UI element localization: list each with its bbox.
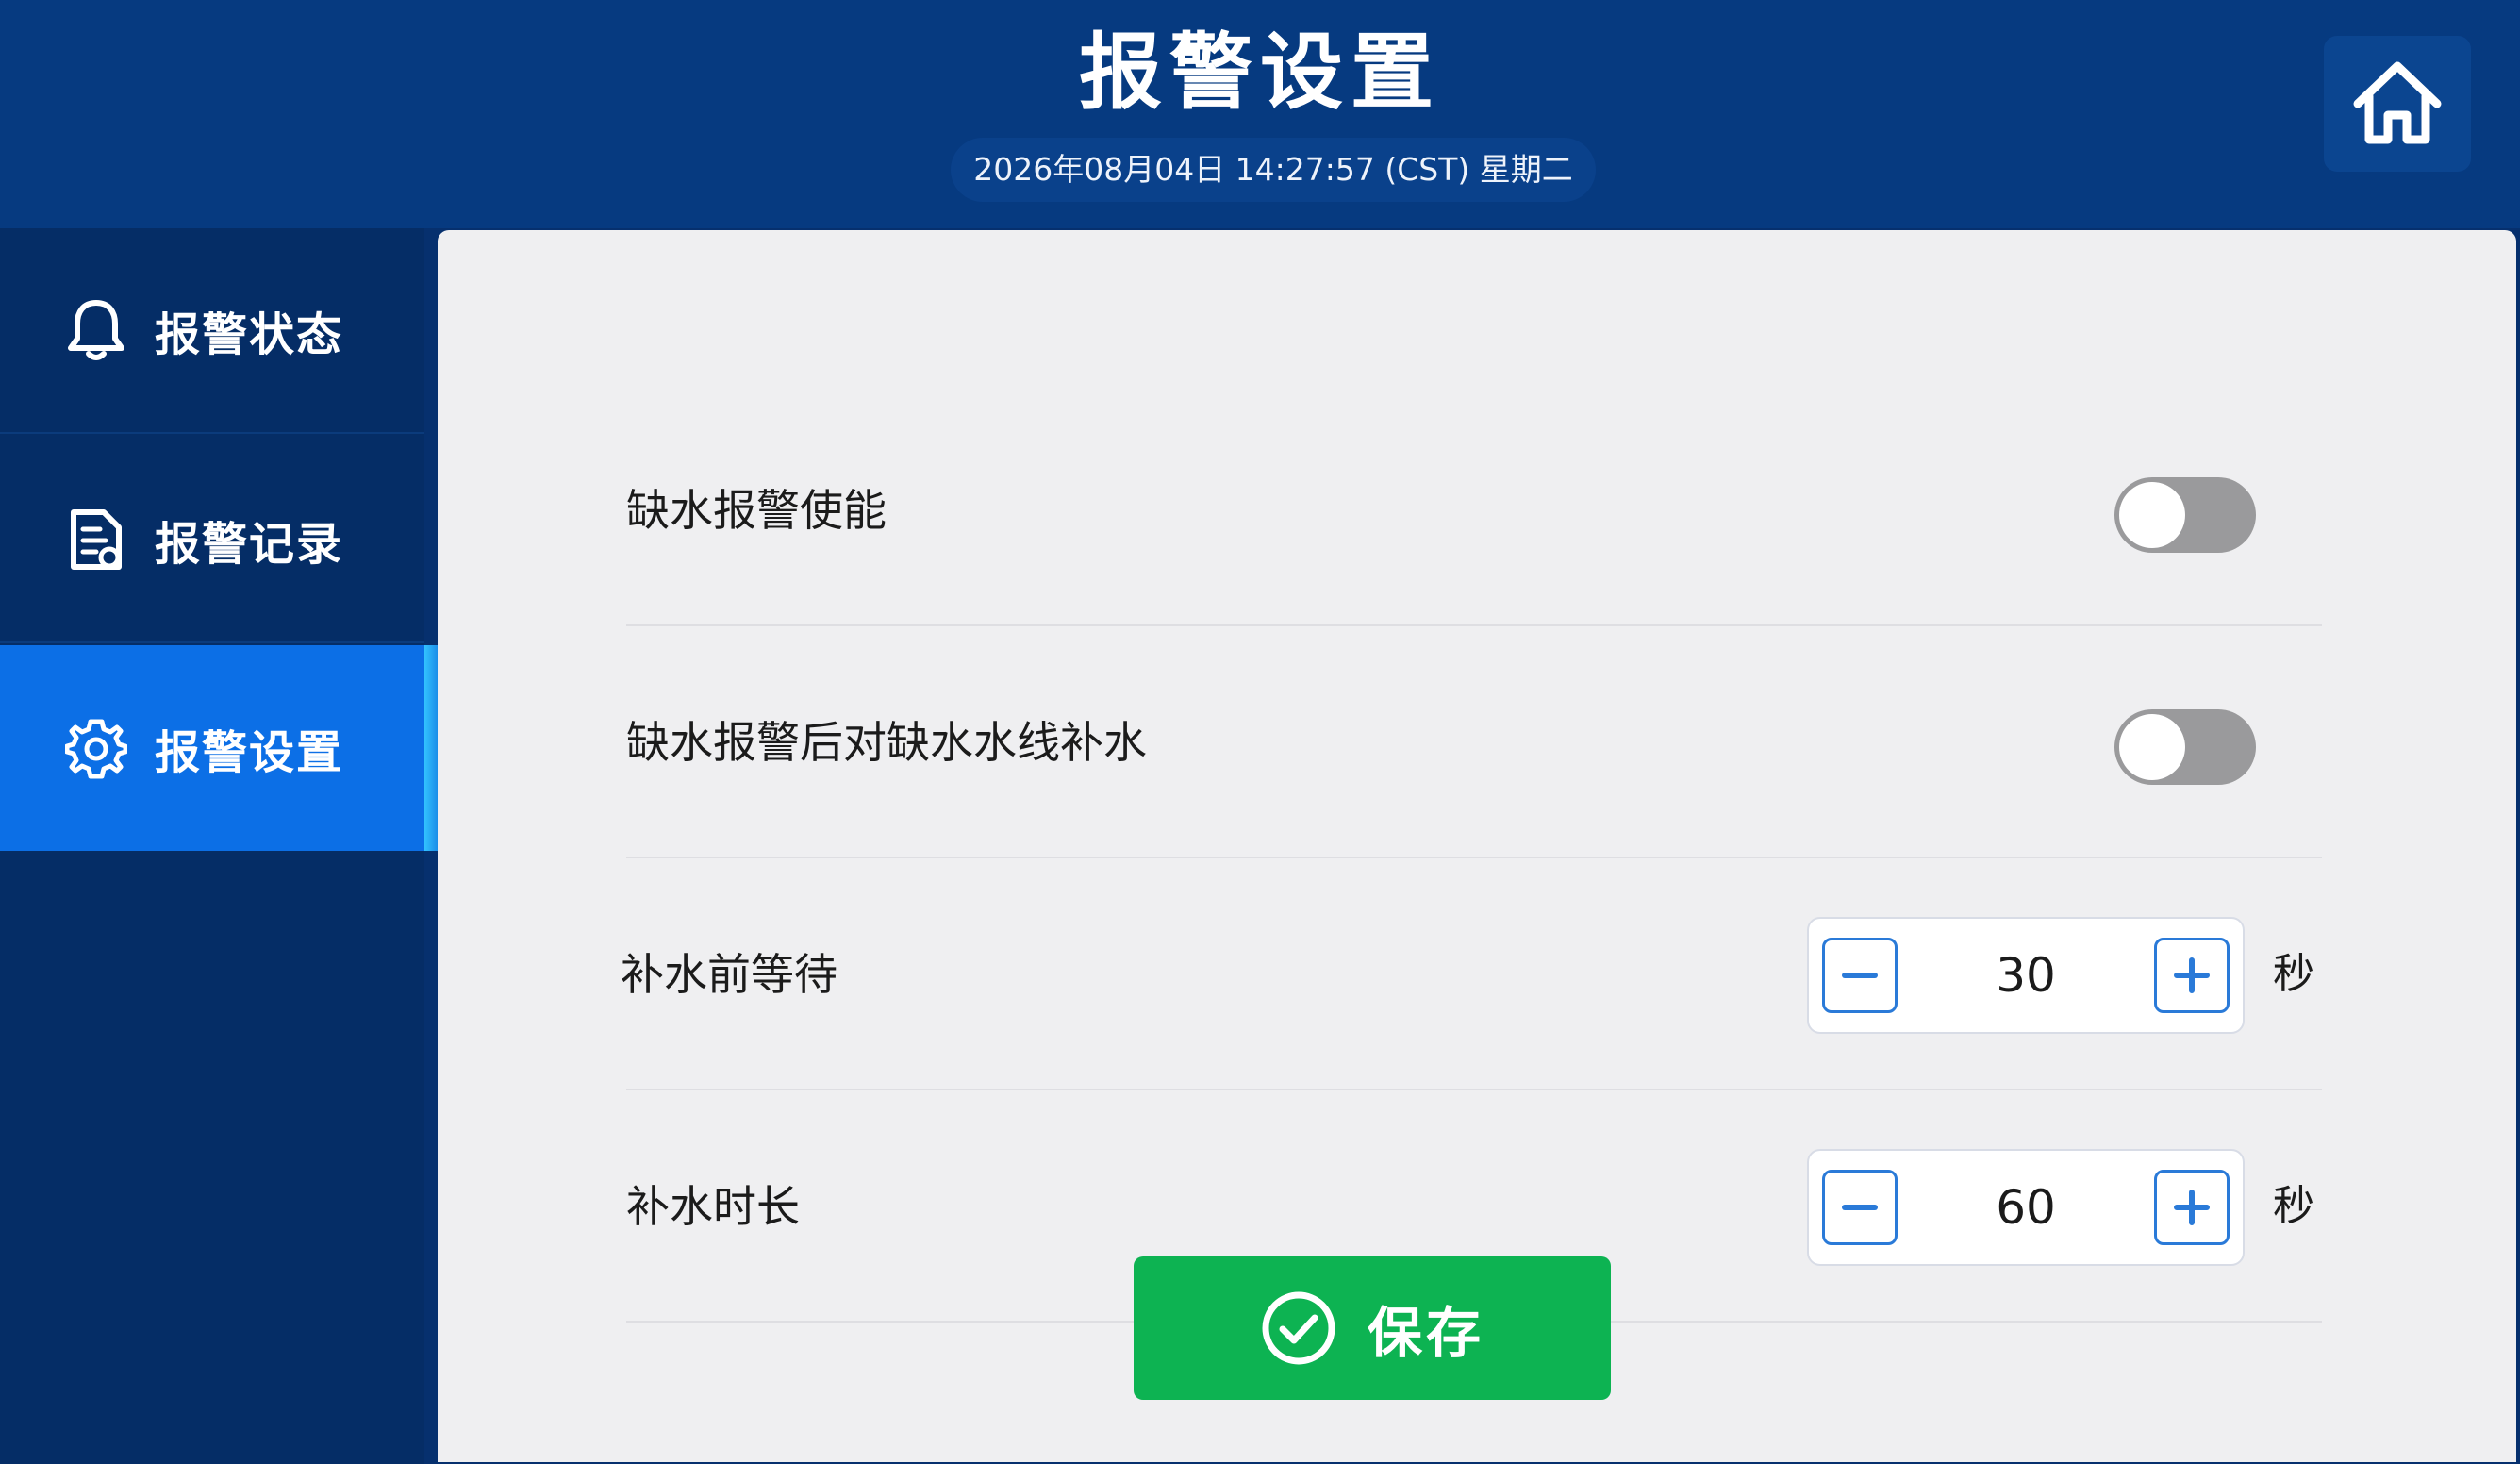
active-indicator <box>424 645 438 851</box>
increment-button[interactable] <box>2154 938 2230 1013</box>
minus-icon <box>1842 973 1878 978</box>
setting-label: 缺水报警使能 <box>626 485 887 536</box>
setting-row-refill-after-alarm: 缺水报警后对缺水水线补水 <box>626 626 2322 858</box>
sidebar-item-label: 报警状态 <box>155 308 344 361</box>
header-bar: 报警设置 2026年08月04日 14:27:57 (CST) 星期二 <box>0 0 2520 228</box>
setting-label: 缺水报警后对缺水水线补水 <box>626 717 1147 768</box>
setting-label: 补水前等待 <box>621 949 837 1000</box>
setting-row-water-shortage-alarm: 缺水报警使能 <box>626 394 2322 626</box>
toggle-knob <box>2119 482 2185 548</box>
datetime-display: 2026年08月04日 14:27:57 (CST) 星期二 <box>951 138 1596 202</box>
gear-icon <box>64 716 128 780</box>
refill-duration-stepper: 60 <box>1807 1149 2245 1266</box>
plus-icon <box>2174 1190 2210 1225</box>
home-icon <box>2353 61 2442 144</box>
unit-label: 秒 <box>2273 1182 2314 1230</box>
decrement-button[interactable] <box>1822 938 1898 1013</box>
save-button[interactable]: 保存 <box>1134 1256 1611 1400</box>
sidebar-item-label: 报警记录 <box>155 518 344 571</box>
stepper-value[interactable]: 30 <box>1903 919 2148 1032</box>
decrement-button[interactable] <box>1822 1170 1898 1245</box>
refill-after-alarm-toggle[interactable] <box>2114 709 2256 785</box>
stepper-value[interactable]: 60 <box>1903 1151 2148 1264</box>
minus-icon <box>1842 1205 1878 1210</box>
water-shortage-alarm-toggle[interactable] <box>2114 477 2256 553</box>
home-button[interactable] <box>2324 36 2471 172</box>
plus-icon <box>2174 957 2210 993</box>
sidebar-item-alarm-status[interactable]: 报警状态 <box>0 228 424 434</box>
sidebar-item-alarm-settings[interactable]: 报警设置 <box>0 645 424 851</box>
save-label: 保存 <box>1367 1301 1484 1365</box>
settings-panel: 缺水报警使能 缺水报警后对缺水水线补水 补水前等待 30 秒 补水时长 60 秒… <box>438 230 2516 1462</box>
document-icon <box>64 507 128 572</box>
setting-row-wait-before-refill: 补水前等待 30 秒 <box>621 858 2322 1090</box>
sidebar-item-label: 报警设置 <box>155 726 344 779</box>
bell-icon <box>64 298 128 362</box>
unit-label: 秒 <box>2273 950 2314 998</box>
page-title: 报警设置 <box>1078 24 1441 121</box>
toggle-knob <box>2119 714 2185 780</box>
increment-button[interactable] <box>2154 1170 2230 1245</box>
wait-before-refill-stepper: 30 <box>1807 917 2245 1034</box>
sidebar-item-alarm-records[interactable]: 报警记录 <box>0 438 424 643</box>
sidebar: 报警状态 报警记录 报警设置 <box>0 228 424 1464</box>
setting-label: 补水时长 <box>626 1181 800 1232</box>
check-circle-icon <box>1262 1291 1335 1365</box>
